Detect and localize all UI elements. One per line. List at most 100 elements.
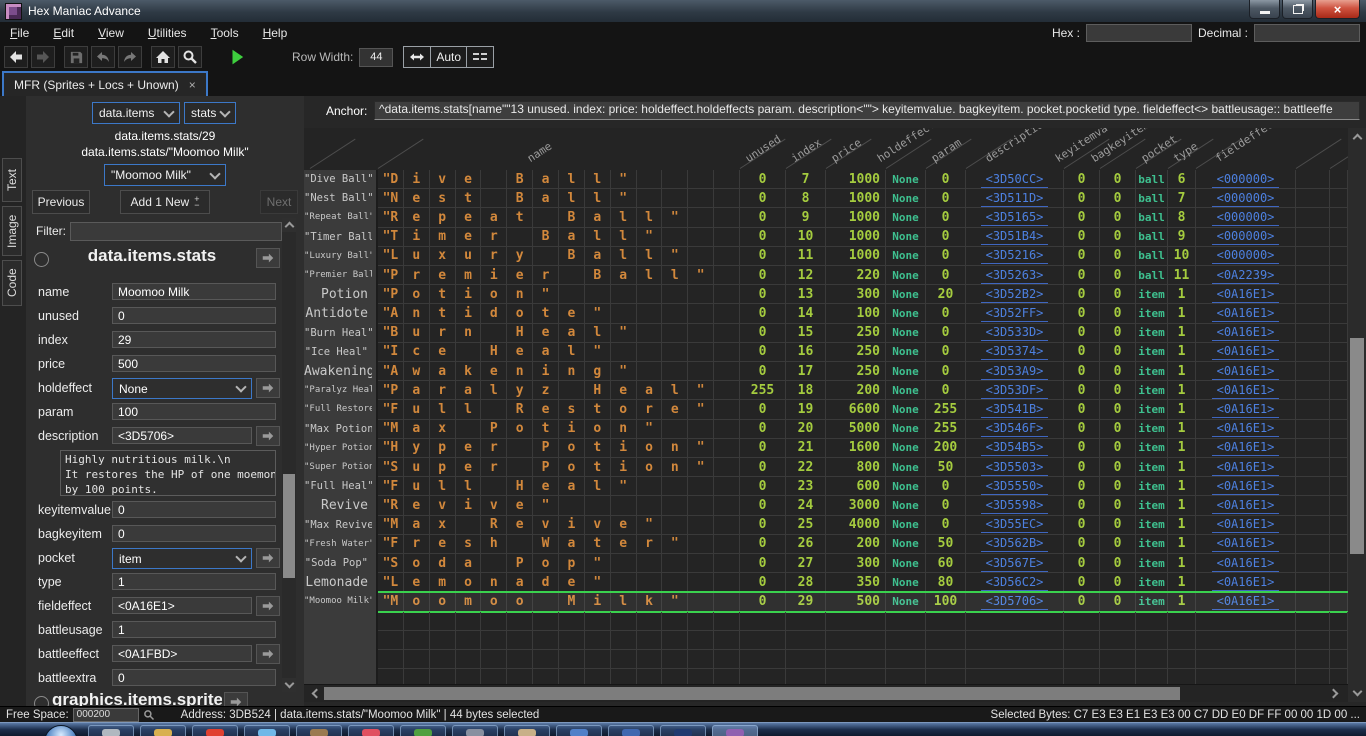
value-cell[interactable]: 7 [1168, 189, 1196, 208]
name-char-cell[interactable]: e [456, 228, 482, 247]
name-char-cell[interactable] [662, 669, 688, 684]
value-cell[interactable]: 0 [1064, 400, 1100, 419]
empty-cell[interactable] [1136, 612, 1168, 631]
enum-cell[interactable]: None [886, 285, 926, 304]
pointer-cell[interactable]: <3D52FF> [966, 304, 1064, 323]
pointer-cell[interactable]: <3D541B> [966, 400, 1064, 419]
value-cell[interactable]: 300 [826, 554, 886, 573]
name-char-cell[interactable] [714, 535, 740, 554]
name-char-cell[interactable] [714, 228, 740, 247]
empty-cell[interactable] [1296, 170, 1330, 189]
value-cell[interactable]: 0 [1064, 592, 1100, 611]
empty-cell[interactable] [1296, 612, 1330, 631]
name-char-cell[interactable]: l [611, 228, 637, 247]
field-select[interactable]: stats [184, 102, 236, 124]
run-button[interactable] [225, 46, 249, 68]
name-char-cell[interactable]: l [585, 228, 611, 247]
empty-cell[interactable] [1296, 343, 1330, 362]
empty-cell[interactable] [1064, 650, 1100, 669]
empty-cell[interactable] [1296, 496, 1330, 515]
name-char-cell[interactable]: t [585, 400, 611, 419]
name-char-cell[interactable] [662, 170, 688, 189]
pointer-cell[interactable]: <3D562B> [966, 535, 1064, 554]
name-char-cell[interactable] [637, 285, 663, 304]
name-char-cell[interactable] [688, 573, 714, 592]
vertical-scrollbar[interactable] [1348, 128, 1366, 684]
pointer-cell[interactable]: <0A16E1> [1196, 324, 1296, 343]
pointer-cell[interactable]: <0A16E1> [1196, 592, 1296, 611]
name-char-cell[interactable]: " [662, 208, 688, 227]
name-char-cell[interactable] [507, 228, 533, 247]
empty-cell[interactable] [926, 669, 966, 684]
name-char-cell[interactable]: i [611, 458, 637, 477]
value-cell[interactable]: 0 [740, 592, 786, 611]
name-char-cell[interactable]: "S [378, 458, 404, 477]
name-char-cell[interactable] [559, 631, 585, 650]
name-char-cell[interactable] [688, 631, 714, 650]
enum-cell[interactable]: None [886, 535, 926, 554]
name-char-cell[interactable]: u [404, 400, 430, 419]
empty-cell[interactable] [1136, 650, 1168, 669]
value-cell[interactable]: 0 [1064, 343, 1100, 362]
name-char-cell[interactable] [637, 477, 663, 496]
value-cell[interactable]: 500 [826, 592, 886, 611]
name-char-cell[interactable]: B [559, 208, 585, 227]
name-char-cell[interactable]: "L [378, 573, 404, 592]
enum-cell[interactable]: None [886, 208, 926, 227]
name-char-cell[interactable]: e [481, 362, 507, 381]
redo-button[interactable] [118, 46, 142, 68]
name-char-cell[interactable] [404, 650, 430, 669]
name-char-cell[interactable]: x [430, 247, 456, 266]
empty-cell[interactable] [1296, 208, 1330, 227]
name-char-cell[interactable]: n [611, 420, 637, 439]
value-cell[interactable]: 1 [1168, 573, 1196, 592]
name-char-cell[interactable] [507, 439, 533, 458]
name-char-cell[interactable]: u [404, 458, 430, 477]
name-char-cell[interactable] [662, 285, 688, 304]
pointer-cell[interactable]: <3D52B2> [966, 285, 1064, 304]
name-char-cell[interactable]: r [481, 439, 507, 458]
empty-cell[interactable] [1296, 266, 1330, 285]
enum-cell[interactable]: None [886, 496, 926, 515]
name-char-cell[interactable]: i [456, 285, 482, 304]
value-cell[interactable]: 0 [740, 554, 786, 573]
name-char-cell[interactable] [481, 324, 507, 343]
value-cell[interactable]: 50 [926, 458, 966, 477]
name-char-cell[interactable] [714, 208, 740, 227]
empty-cell[interactable] [1296, 535, 1330, 554]
name-char-cell[interactable]: " [688, 381, 714, 400]
enum-cell[interactable]: item [1136, 285, 1168, 304]
name-char-cell[interactable] [688, 477, 714, 496]
value-cell[interactable]: 11 [1168, 266, 1196, 285]
value-cell[interactable]: 0 [1064, 381, 1100, 400]
value-cell[interactable]: 0 [926, 381, 966, 400]
name-char-cell[interactable]: P [507, 554, 533, 573]
empty-cell[interactable] [886, 669, 926, 684]
name-field[interactable]: Moomoo Milk [112, 283, 276, 300]
name-char-cell[interactable]: a [559, 477, 585, 496]
name-char-cell[interactable]: H [585, 381, 611, 400]
name-char-cell[interactable] [637, 170, 663, 189]
value-cell[interactable]: 1000 [826, 170, 886, 189]
empty-cell[interactable] [1330, 170, 1348, 189]
name-char-cell[interactable]: a [611, 266, 637, 285]
empty-cell[interactable] [1064, 669, 1100, 684]
name-char-cell[interactable]: " [637, 228, 663, 247]
name-char-cell[interactable]: " [688, 439, 714, 458]
name-char-cell[interactable]: i [404, 170, 430, 189]
name-char-cell[interactable] [714, 324, 740, 343]
name-char-cell[interactable] [585, 631, 611, 650]
enum-cell[interactable]: None [886, 381, 926, 400]
empty-cell[interactable] [1168, 650, 1196, 669]
start-orb[interactable] [44, 725, 78, 736]
name-char-cell[interactable]: n [404, 304, 430, 323]
name-char-cell[interactable]: a [481, 208, 507, 227]
enum-cell[interactable]: item [1136, 477, 1168, 496]
name-char-cell[interactable]: l [559, 170, 585, 189]
value-cell[interactable]: 1 [1168, 343, 1196, 362]
empty-cell[interactable] [1168, 612, 1196, 631]
scroll-left-icon[interactable] [306, 685, 324, 702]
name-char-cell[interactable] [688, 285, 714, 304]
empty-cell[interactable] [1296, 247, 1330, 266]
row-width-input[interactable] [359, 48, 393, 67]
